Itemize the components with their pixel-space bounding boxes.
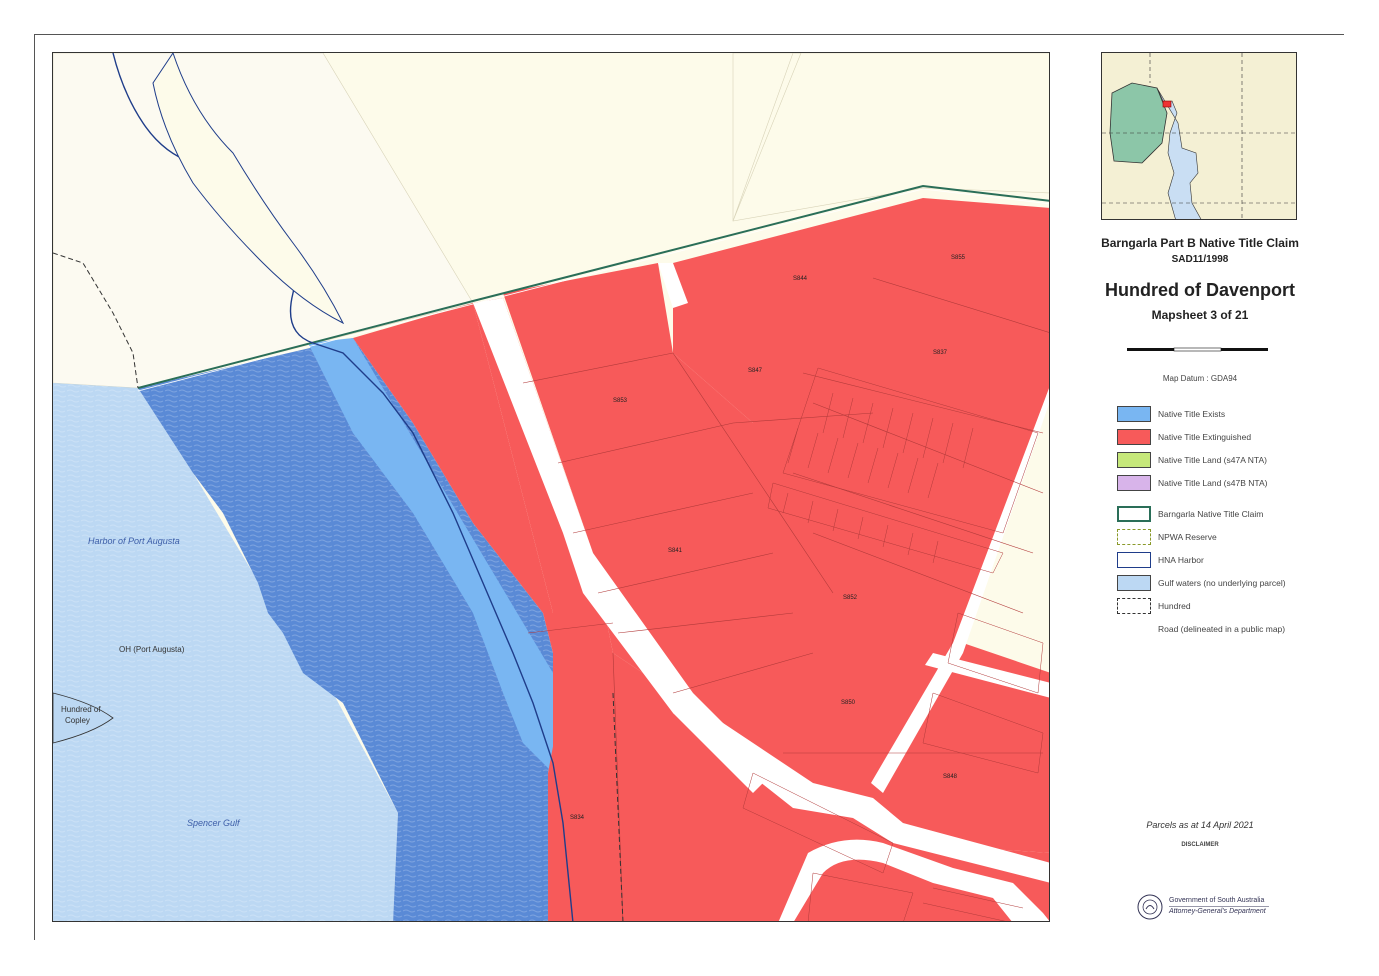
legend-label: Native Title Extinguished bbox=[1158, 432, 1252, 442]
legend-item-road: Road (delineated in a public map) bbox=[1117, 621, 1307, 639]
legend-label: HNA Harbor bbox=[1158, 555, 1204, 565]
legend-item-native-title-extinguished: Native Title Extinguished bbox=[1117, 429, 1307, 447]
scale-bar bbox=[1125, 340, 1275, 356]
parcel-label[interactable]: S850 bbox=[841, 700, 855, 706]
map-datum: Map Datum : GDA94 bbox=[1162, 374, 1238, 383]
parcel-label[interactable]: S844 bbox=[793, 276, 807, 282]
department-name: Attorney-General's Department bbox=[1169, 908, 1266, 915]
legend-item-npwa: NPWA Reserve bbox=[1117, 529, 1307, 547]
legend-swatch bbox=[1117, 506, 1151, 522]
legend-swatch bbox=[1117, 452, 1151, 468]
legend-item-s47a: Native Title Land (s47A NTA) bbox=[1117, 452, 1307, 470]
mapsheet-number: Mapsheet 3 of 21 bbox=[1151, 308, 1249, 322]
legend-swatch bbox=[1117, 475, 1151, 491]
legend-item-hundred: Hundred bbox=[1117, 598, 1307, 616]
legend-item-harbor: HNA Harbor bbox=[1117, 552, 1307, 570]
government-name: Government of South Australia bbox=[1169, 897, 1265, 904]
parcel-label[interactable]: S848 bbox=[943, 774, 957, 780]
legend-swatch bbox=[1117, 552, 1151, 568]
claim-title: Barngarla Part B Native Title Claim bbox=[1101, 236, 1299, 250]
parcels-date: Parcels as at 14 April 2021 bbox=[1146, 820, 1254, 830]
legend-item-claim: Barngarla Native Title Claim bbox=[1117, 506, 1307, 524]
hundred-copley-label-line2: Copley bbox=[65, 716, 90, 725]
oh-label: OH (Port Augusta) bbox=[119, 645, 185, 654]
legend-label: NPWA Reserve bbox=[1158, 532, 1217, 542]
legend-swatch bbox=[1117, 575, 1151, 591]
harbor-label: Harbor of Port Augusta bbox=[88, 536, 180, 546]
legend-item-s47b: Native Title Land (s47B NTA) bbox=[1117, 475, 1307, 493]
hundred-copley-label-line1: Hundred of bbox=[61, 705, 101, 714]
parcel-label[interactable]: S852 bbox=[843, 595, 857, 601]
legend-swatch bbox=[1117, 621, 1151, 637]
legend-item-native-title-exists: Native Title Exists bbox=[1117, 406, 1307, 424]
legend-label: Native Title Land (s47A NTA) bbox=[1158, 455, 1267, 465]
divider bbox=[1169, 906, 1269, 907]
legend-label: Gulf waters (no underlying parcel) bbox=[1158, 578, 1286, 588]
legend-label: Native Title Land (s47B NTA) bbox=[1158, 478, 1268, 488]
parcel-label[interactable]: S855 bbox=[951, 255, 965, 261]
legend-item-gulf: Gulf waters (no underlying parcel) bbox=[1117, 575, 1307, 593]
legend-panel: Barngarla Part B Native Title Claim SAD1… bbox=[1095, 52, 1305, 942]
legend-swatch bbox=[1117, 429, 1151, 445]
legend-label: Road (delineated in a public map) bbox=[1158, 624, 1286, 634]
government-crest-icon bbox=[1137, 894, 1163, 920]
legend-swatch bbox=[1117, 406, 1151, 422]
disclaimer-title: DISCLAIMER bbox=[1181, 842, 1219, 848]
legend-swatch bbox=[1117, 529, 1151, 545]
locator-inset-map bbox=[1101, 52, 1297, 220]
hundred-title: Hundred of Davenport bbox=[1104, 280, 1295, 300]
claim-id: SAD11/1998 bbox=[1171, 254, 1229, 265]
parcel-label[interactable]: S847 bbox=[748, 368, 762, 374]
legend-swatch bbox=[1117, 598, 1151, 614]
legend-label: Barngarla Native Title Claim bbox=[1158, 509, 1264, 519]
parcel-label[interactable]: S853 bbox=[613, 398, 627, 404]
legend-label: Native Title Exists bbox=[1158, 409, 1226, 419]
legend-label: Hundred bbox=[1158, 601, 1191, 611]
map-canvas bbox=[53, 53, 1049, 921]
gulf-label: Spencer Gulf bbox=[187, 818, 240, 828]
parcel-label[interactable]: S834 bbox=[570, 815, 584, 821]
parcel-label[interactable]: S837 bbox=[933, 350, 947, 356]
parcel-label[interactable]: S841 bbox=[668, 548, 682, 554]
map-view[interactable]: Harbor of Port Augusta Spencer Gulf OH (… bbox=[52, 52, 1050, 922]
